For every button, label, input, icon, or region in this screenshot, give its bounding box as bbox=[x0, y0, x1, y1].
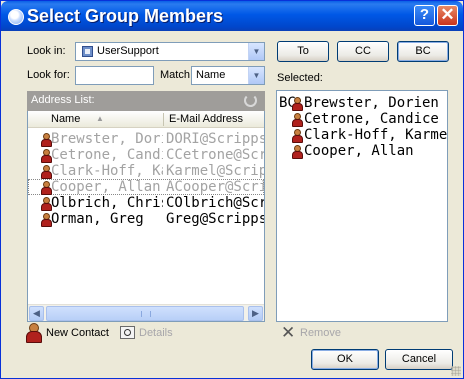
match-combo[interactable]: Name ▼ bbox=[191, 66, 265, 85]
remove-icon: ✕ bbox=[281, 323, 296, 342]
dialog-icon bbox=[8, 9, 24, 25]
match-label: Match bbox=[160, 69, 190, 81]
selected-item[interactable]: Cooper, Allan bbox=[292, 143, 414, 159]
select-group-members-dialog: Select Group Members ? ✕ Look in: UserSu… bbox=[0, 0, 464, 379]
scroll-right-icon[interactable]: ▶ bbox=[248, 306, 263, 321]
look-in-value: UserSupport bbox=[97, 45, 159, 57]
scroll-left-icon[interactable]: ◀ bbox=[29, 306, 44, 321]
look-for-input[interactable] bbox=[75, 66, 154, 85]
address-list-bar: Address List: bbox=[27, 91, 265, 111]
match-value: Name bbox=[196, 69, 226, 81]
look-in-label: Look in: bbox=[27, 45, 66, 57]
column-header-email[interactable]: E-Mail Address bbox=[169, 113, 243, 125]
contact-icon bbox=[41, 213, 52, 227]
title-bar[interactable]: Select Group Members ? ✕ bbox=[1, 1, 463, 31]
selected-item[interactable]: Cetrone, Candice bbox=[292, 111, 439, 127]
resize-grip-icon[interactable] bbox=[451, 366, 461, 376]
cancel-button[interactable]: Cancel bbox=[385, 349, 453, 370]
column-header-name[interactable]: Name bbox=[51, 113, 80, 125]
ok-button-label: OK bbox=[337, 353, 353, 365]
selected-item[interactable]: Brewster, Dorien bbox=[292, 95, 439, 111]
new-contact-icon[interactable] bbox=[26, 323, 42, 343]
ok-button[interactable]: OK bbox=[311, 349, 379, 370]
chevron-down-icon[interactable]: ▼ bbox=[248, 43, 264, 60]
address-list-label: Address List: bbox=[31, 94, 95, 106]
to-button-label: To bbox=[297, 45, 309, 57]
refresh-icon[interactable] bbox=[244, 94, 257, 107]
contact-name: Clark-Hoff, Karmel bbox=[51, 163, 163, 179]
contact-email: ACooper@Scripps bbox=[166, 179, 264, 195]
contact-email: Greg@Scripps bbox=[166, 211, 264, 227]
contact-icon bbox=[41, 133, 52, 147]
contact-email: DORI@Scripps bbox=[166, 131, 264, 147]
look-for-label: Look for: bbox=[27, 69, 70, 81]
new-contact-button[interactable]: New Contact bbox=[46, 327, 109, 339]
contact-email: CCetrone@Scripps bbox=[166, 147, 264, 163]
cc-button-label: CC bbox=[355, 45, 371, 57]
bc-button[interactable]: BC bbox=[397, 41, 449, 62]
chevron-down-icon[interactable]: ▼ bbox=[248, 67, 264, 84]
cc-button[interactable]: CC bbox=[337, 41, 389, 62]
close-button[interactable]: ✕ bbox=[437, 5, 458, 26]
contact-icon bbox=[41, 149, 52, 163]
contact-icon bbox=[41, 165, 52, 179]
table-row[interactable]: Cooper, Allan ACooper@Scripps bbox=[28, 179, 264, 195]
table-row[interactable]: Clark-Hoff, Karmel Karmel@Scripps bbox=[28, 163, 264, 179]
column-divider[interactable] bbox=[163, 113, 164, 126]
address-book-icon bbox=[82, 46, 93, 57]
contact-name: Brewster, Dorien bbox=[51, 131, 163, 147]
selected-label: Selected: bbox=[277, 72, 323, 84]
table-row[interactable]: Cetrone, Candice CCetrone@Scripps bbox=[28, 147, 264, 163]
selected-name: Brewster, Dorien bbox=[304, 95, 439, 111]
contact-icon bbox=[292, 129, 303, 143]
contact-name: Orman, Greg bbox=[51, 211, 144, 227]
cancel-button-label: Cancel bbox=[401, 353, 437, 365]
contact-icon bbox=[292, 113, 303, 127]
contact-name: Cetrone, Candice bbox=[51, 147, 163, 163]
contact-email: COlbrich@Scripps bbox=[166, 195, 264, 211]
details-button: Details bbox=[139, 327, 173, 339]
dialog-title: Select Group Members bbox=[27, 6, 224, 26]
to-button[interactable]: To bbox=[277, 41, 329, 62]
contact-icon bbox=[41, 197, 52, 211]
selected-item[interactable]: Clark-Hoff, Karmel bbox=[292, 127, 448, 143]
sort-ascending-icon: ▲ bbox=[96, 114, 104, 123]
contact-icon bbox=[41, 181, 52, 195]
contact-email: Karmel@Scripps bbox=[166, 163, 264, 179]
selected-members-box[interactable]: BC: Brewster, Dorien Cetrone, Candice Cl… bbox=[276, 90, 448, 322]
table-row[interactable]: Olbrich, Chris COlbrich@Scripps bbox=[28, 195, 264, 211]
selected-name: Clark-Hoff, Karmel bbox=[304, 127, 448, 143]
selected-name: Cooper, Allan bbox=[304, 143, 414, 159]
look-in-combo[interactable]: UserSupport ▼ bbox=[75, 42, 265, 61]
remove-button: Remove bbox=[300, 327, 341, 339]
contact-name: Olbrich, Chris bbox=[51, 195, 163, 211]
selected-name: Cetrone, Candice bbox=[304, 111, 439, 127]
list-header: Name ▲ E-Mail Address bbox=[28, 111, 264, 128]
details-icon bbox=[120, 326, 135, 339]
bc-button-label: BC bbox=[415, 45, 431, 57]
address-list[interactable]: Name ▲ E-Mail Address Brewster, Dorien D… bbox=[27, 111, 265, 322]
table-row[interactable]: Orman, Greg Greg@Scripps bbox=[28, 211, 264, 227]
help-button[interactable]: ? bbox=[414, 5, 435, 26]
contact-icon bbox=[292, 145, 303, 159]
horizontal-scrollbar[interactable]: ◀ ▶ bbox=[28, 304, 264, 321]
contact-icon bbox=[292, 97, 303, 111]
scroll-thumb[interactable] bbox=[46, 306, 244, 321]
contact-name: Cooper, Allan bbox=[51, 179, 161, 195]
table-row[interactable]: Brewster, Dorien DORI@Scripps bbox=[28, 131, 264, 147]
